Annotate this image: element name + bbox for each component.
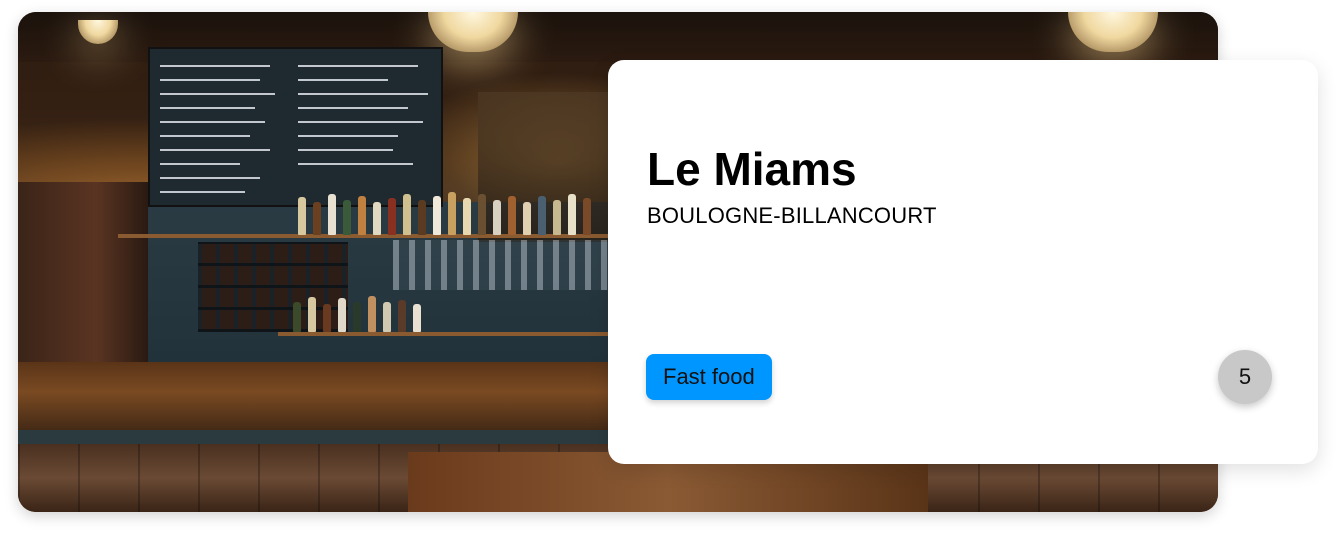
photo-brick-wall: [18, 182, 148, 362]
restaurant-listing: Le Miams BOULOGNE-BILLANCOURT Fast food …: [0, 0, 1336, 536]
photo-bottle: [523, 202, 531, 235]
photo-bottle: [328, 194, 336, 235]
photo-bottle: [353, 302, 361, 332]
photo-glass-rack: [393, 240, 608, 290]
photo-chalkboard-menu: [148, 47, 443, 207]
photo-bottle: [398, 300, 406, 332]
restaurant-info-card[interactable]: Le Miams BOULOGNE-BILLANCOURT Fast food …: [608, 60, 1318, 464]
photo-bottle: [298, 197, 306, 235]
photo-bottle: [388, 198, 396, 235]
photo-bottle: [308, 297, 316, 332]
photo-bottle: [508, 196, 516, 235]
photo-bottle: [313, 202, 321, 235]
photo-bottle: [343, 200, 351, 235]
photo-bottle: [373, 202, 381, 235]
rating-badge: 5: [1218, 350, 1272, 404]
photo-bottle: [338, 298, 346, 332]
photo-shelf: [278, 332, 618, 336]
photo-bottle: [448, 192, 456, 235]
restaurant-city: BOULOGNE-BILLANCOURT: [647, 203, 937, 228]
photo-bottle: [583, 198, 591, 235]
restaurant-name: Le Miams: [647, 143, 857, 195]
category-badge[interactable]: Fast food: [646, 354, 772, 400]
photo-bottle: [568, 194, 576, 235]
photo-bottle: [323, 304, 331, 332]
photo-bottle: [493, 200, 501, 235]
photo-bottle: [433, 196, 441, 235]
photo-bottle: [403, 194, 411, 235]
photo-bottle: [383, 302, 391, 332]
photo-bottle: [463, 198, 471, 235]
photo-bottle: [418, 200, 426, 235]
photo-bottle: [358, 196, 366, 235]
photo-bottle: [413, 304, 421, 332]
photo-bottle: [478, 194, 486, 235]
photo-bottle: [538, 196, 546, 235]
photo-bottle: [553, 200, 561, 235]
photo-bottle: [368, 296, 376, 332]
photo-bottle: [293, 302, 301, 332]
